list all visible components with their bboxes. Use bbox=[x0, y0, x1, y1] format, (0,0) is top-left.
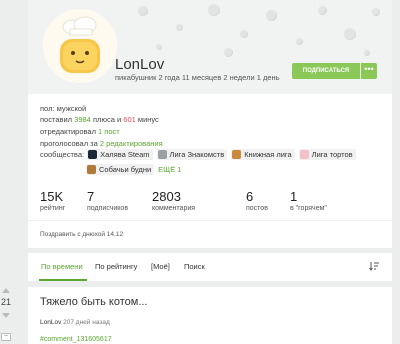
toast-chef-icon bbox=[43, 9, 117, 83]
stat-posts-label[interactable]: постов bbox=[246, 205, 268, 212]
communities-row: сообщества: Халява Steam Лига Знакомств … bbox=[40, 149, 360, 160]
birthday-greeting[interactable]: Поздравить с днюхой 14.12 bbox=[40, 231, 123, 238]
book-league-icon bbox=[232, 150, 242, 159]
more-communities-link[interactable]: ЕЩЁ 1 bbox=[158, 165, 181, 174]
sort-icon[interactable] bbox=[369, 261, 379, 271]
tab-by-rating[interactable]: По рейтингу bbox=[95, 262, 137, 271]
post-title[interactable]: Тяжело быть котом... bbox=[40, 296, 148, 308]
more-actions-button[interactable]: ••• bbox=[361, 63, 377, 79]
divider bbox=[28, 220, 392, 221]
pluses-count: 3984 bbox=[74, 115, 91, 124]
stat-comments-label[interactable]: комментария bbox=[152, 205, 195, 212]
edited-posts-link[interactable]: 1 пост bbox=[98, 127, 120, 136]
tab-by-time[interactable]: По времени bbox=[41, 262, 83, 271]
profile-card: LonLov пикабушник 2 года 11 месяцев 2 не… bbox=[28, 0, 392, 248]
cake-icon bbox=[299, 150, 309, 159]
community-badge-steam[interactable]: Халява Steam bbox=[87, 149, 153, 160]
community-badge-cakes[interactable]: Лига тортов bbox=[298, 149, 356, 160]
post-rating: 21 bbox=[0, 297, 11, 307]
steam-icon bbox=[88, 150, 98, 159]
subscribe-button[interactable]: ПОДПИСАТЬСЯ bbox=[292, 63, 360, 79]
community-badge-dogs[interactable]: Собачьи будни bbox=[86, 164, 155, 175]
stat-hot-value[interactable]: 1 bbox=[290, 189, 297, 204]
communities-row-2: Собачьи будни ЕЩЁ 1 bbox=[86, 164, 181, 175]
tab-search[interactable]: Поиск bbox=[184, 262, 205, 271]
ratings-row: поставил 3984 плюса и 601 минус bbox=[40, 115, 159, 124]
post-author[interactable]: LonLov bbox=[40, 319, 61, 326]
stat-comments-value[interactable]: 2803 bbox=[152, 189, 181, 204]
stat-rating-value: 15K bbox=[40, 189, 64, 204]
edited-row: отредактировал 1 пост bbox=[40, 127, 120, 136]
voted-row: проголосовал за 2 редактирования bbox=[40, 139, 163, 148]
community-badge-books[interactable]: Книжная лига bbox=[231, 149, 295, 160]
post-tag[interactable]: #comment_131605617 bbox=[40, 336, 112, 343]
stat-subscribers-value[interactable]: 7 bbox=[87, 189, 94, 204]
minuses-count: 601 bbox=[123, 115, 136, 124]
username: LonLov bbox=[115, 56, 165, 73]
tab-mine[interactable]: [Моё] bbox=[151, 262, 170, 271]
account-age: пикабушник 2 года 11 месяцев 2 недели 1 … bbox=[115, 73, 280, 82]
stat-posts-value[interactable]: 6 bbox=[246, 189, 253, 204]
avatar[interactable] bbox=[40, 6, 120, 86]
collapse-post-button[interactable]: – bbox=[1, 333, 11, 341]
upvote-arrow-icon[interactable] bbox=[2, 288, 10, 293]
active-tab-indicator bbox=[39, 279, 87, 281]
dating-league-icon bbox=[157, 150, 167, 159]
gender-row: пол: мужской bbox=[40, 104, 87, 113]
stat-rating-label: рейтинг bbox=[40, 205, 66, 212]
post-card: Тяжело быть котом... LonLov 207 дней наз… bbox=[28, 287, 392, 344]
stat-hot-label[interactable]: в "горячем" bbox=[290, 205, 327, 212]
community-badge-dating[interactable]: Лига Знакомств bbox=[156, 149, 228, 160]
downvote-arrow-icon[interactable] bbox=[2, 313, 10, 318]
voted-edits-link[interactable]: 2 редактирования bbox=[100, 139, 163, 148]
post-tabs: По времени По рейтингу [Моё] Поиск bbox=[28, 253, 392, 281]
dog-icon bbox=[87, 165, 96, 174]
stat-subscribers-label[interactable]: подписчиков bbox=[87, 205, 128, 212]
post-time: 207 дней назад bbox=[63, 319, 110, 326]
gender-value: мужской bbox=[56, 104, 87, 113]
post-meta: LonLov 207 дней назад bbox=[40, 319, 110, 326]
